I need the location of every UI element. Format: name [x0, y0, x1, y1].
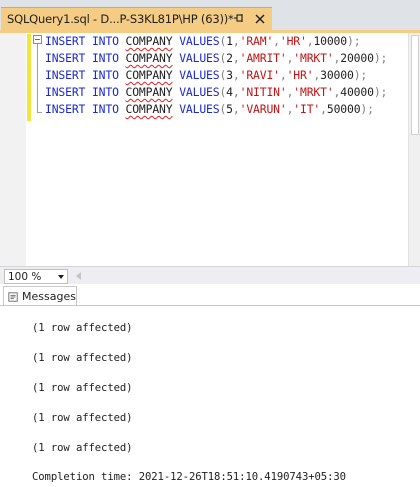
- number-literal: 50000: [326, 102, 361, 116]
- keyword: VALUES: [179, 68, 220, 82]
- completion-time: Completion time: 2021-12-26T18:51:10.419…: [32, 471, 346, 483]
- code-line: INSERT INTO COMPANY VALUES(5,'VARUN','IT…: [45, 102, 374, 116]
- tab-title: SQLQuery1.sql - D...P-S3KL81P\HP (63))*: [7, 12, 234, 26]
- document-tab-bar: SQLQuery1.sql - D...P-S3KL81P\HP (63))*: [0, 0, 420, 30]
- number-literal: 3: [226, 68, 233, 82]
- number-literal: 4: [226, 85, 233, 99]
- messages-icon: [8, 291, 18, 302]
- table-name: COMPANY: [125, 51, 173, 65]
- keyword: VALUES: [179, 85, 220, 99]
- code-line: INSERT INTO COMPANY VALUES(4,'NITIN','MR…: [45, 85, 388, 99]
- code-line: INSERT INTO COMPANY VALUES(3,'RAVI','HR'…: [45, 68, 368, 82]
- editor-vertical-scrollbar[interactable]: [408, 33, 420, 266]
- keyword: VALUES: [179, 51, 220, 65]
- message-line: (1 row affected): [32, 352, 133, 364]
- scrollbar-thumb[interactable]: [411, 35, 419, 135]
- tab-messages[interactable]: Messages: [3, 286, 77, 306]
- keyword: INSERT INTO: [45, 51, 119, 65]
- outline-end: [37, 112, 42, 113]
- zoom-dropdown[interactable]: 100 %: [4, 269, 68, 284]
- code-line: INSERT INTO COMPANY VALUES(2,'AMRIT','MR…: [45, 51, 388, 65]
- chevron-down-icon: [58, 275, 64, 279]
- query-document-tab[interactable]: SQLQuery1.sql - D...P-S3KL81P\HP (63))*: [1, 7, 272, 30]
- number-literal: 20000: [340, 51, 374, 65]
- table-name: COMPANY: [125, 34, 173, 48]
- number-literal: 10000: [313, 34, 347, 48]
- keyword: INSERT INTO: [45, 102, 119, 116]
- code-line: INSERT INTO COMPANY VALUES(1,'RAM','HR',…: [45, 34, 361, 48]
- table-name: COMPANY: [125, 102, 173, 116]
- collapse-icon[interactable]: [33, 35, 42, 44]
- string-literal: 'VARUN': [239, 102, 287, 116]
- keyword: VALUES: [179, 34, 220, 48]
- outline-line: [37, 44, 38, 112]
- message-line: (1 row affected): [32, 382, 133, 394]
- messages-pane[interactable]: (1 row affected) (1 row affected) (1 row…: [0, 306, 420, 487]
- number-literal: 40000: [340, 85, 374, 99]
- message-line: (1 row affected): [32, 442, 133, 454]
- results-tab-bar: Messages: [0, 284, 420, 306]
- code-area[interactable]: INSERT INTO COMPANY VALUES(1,'RAM','HR',…: [45, 33, 387, 118]
- string-literal: 'AMRIT': [239, 51, 287, 65]
- string-literal: 'IT': [293, 102, 321, 116]
- string-literal: 'HR': [286, 68, 314, 82]
- message-line: (1 row affected): [32, 412, 133, 424]
- change-tracking-bar: [27, 34, 31, 121]
- keyword: INSERT INTO: [45, 68, 119, 82]
- number-literal: 5: [226, 102, 233, 116]
- editor-gutter: [0, 33, 26, 266]
- string-literal: 'NITIN': [239, 85, 287, 99]
- keyword: INSERT INTO: [45, 85, 119, 99]
- string-literal: 'RAVI': [239, 68, 280, 82]
- number-literal: 30000: [320, 68, 354, 82]
- number-literal: 1: [226, 34, 233, 48]
- string-literal: 'HR': [279, 34, 307, 48]
- scroll-left-icon[interactable]: [74, 270, 84, 282]
- keyword: VALUES: [179, 102, 220, 116]
- message-line: (1 row affected): [32, 322, 133, 334]
- string-literal: 'MRKT': [293, 51, 334, 65]
- string-literal: 'RAM': [239, 34, 274, 48]
- pin-icon[interactable]: [231, 12, 245, 26]
- sql-editor[interactable]: INSERT INTO COMPANY VALUES(1,'RAM','HR',…: [0, 33, 420, 266]
- keyword: INSERT INTO: [45, 34, 119, 48]
- string-literal: 'MRKT': [293, 85, 334, 99]
- table-name: COMPANY: [125, 85, 173, 99]
- number-literal: 2: [226, 51, 233, 65]
- zoom-bar: 100 %: [0, 266, 420, 284]
- close-icon[interactable]: [253, 12, 267, 26]
- tab-label: Messages: [22, 290, 76, 303]
- zoom-value: 100 %: [8, 270, 42, 283]
- ssms-query-window: SQLQuery1.sql - D...P-S3KL81P\HP (63))* …: [0, 0, 420, 487]
- table-name: COMPANY: [125, 68, 173, 82]
